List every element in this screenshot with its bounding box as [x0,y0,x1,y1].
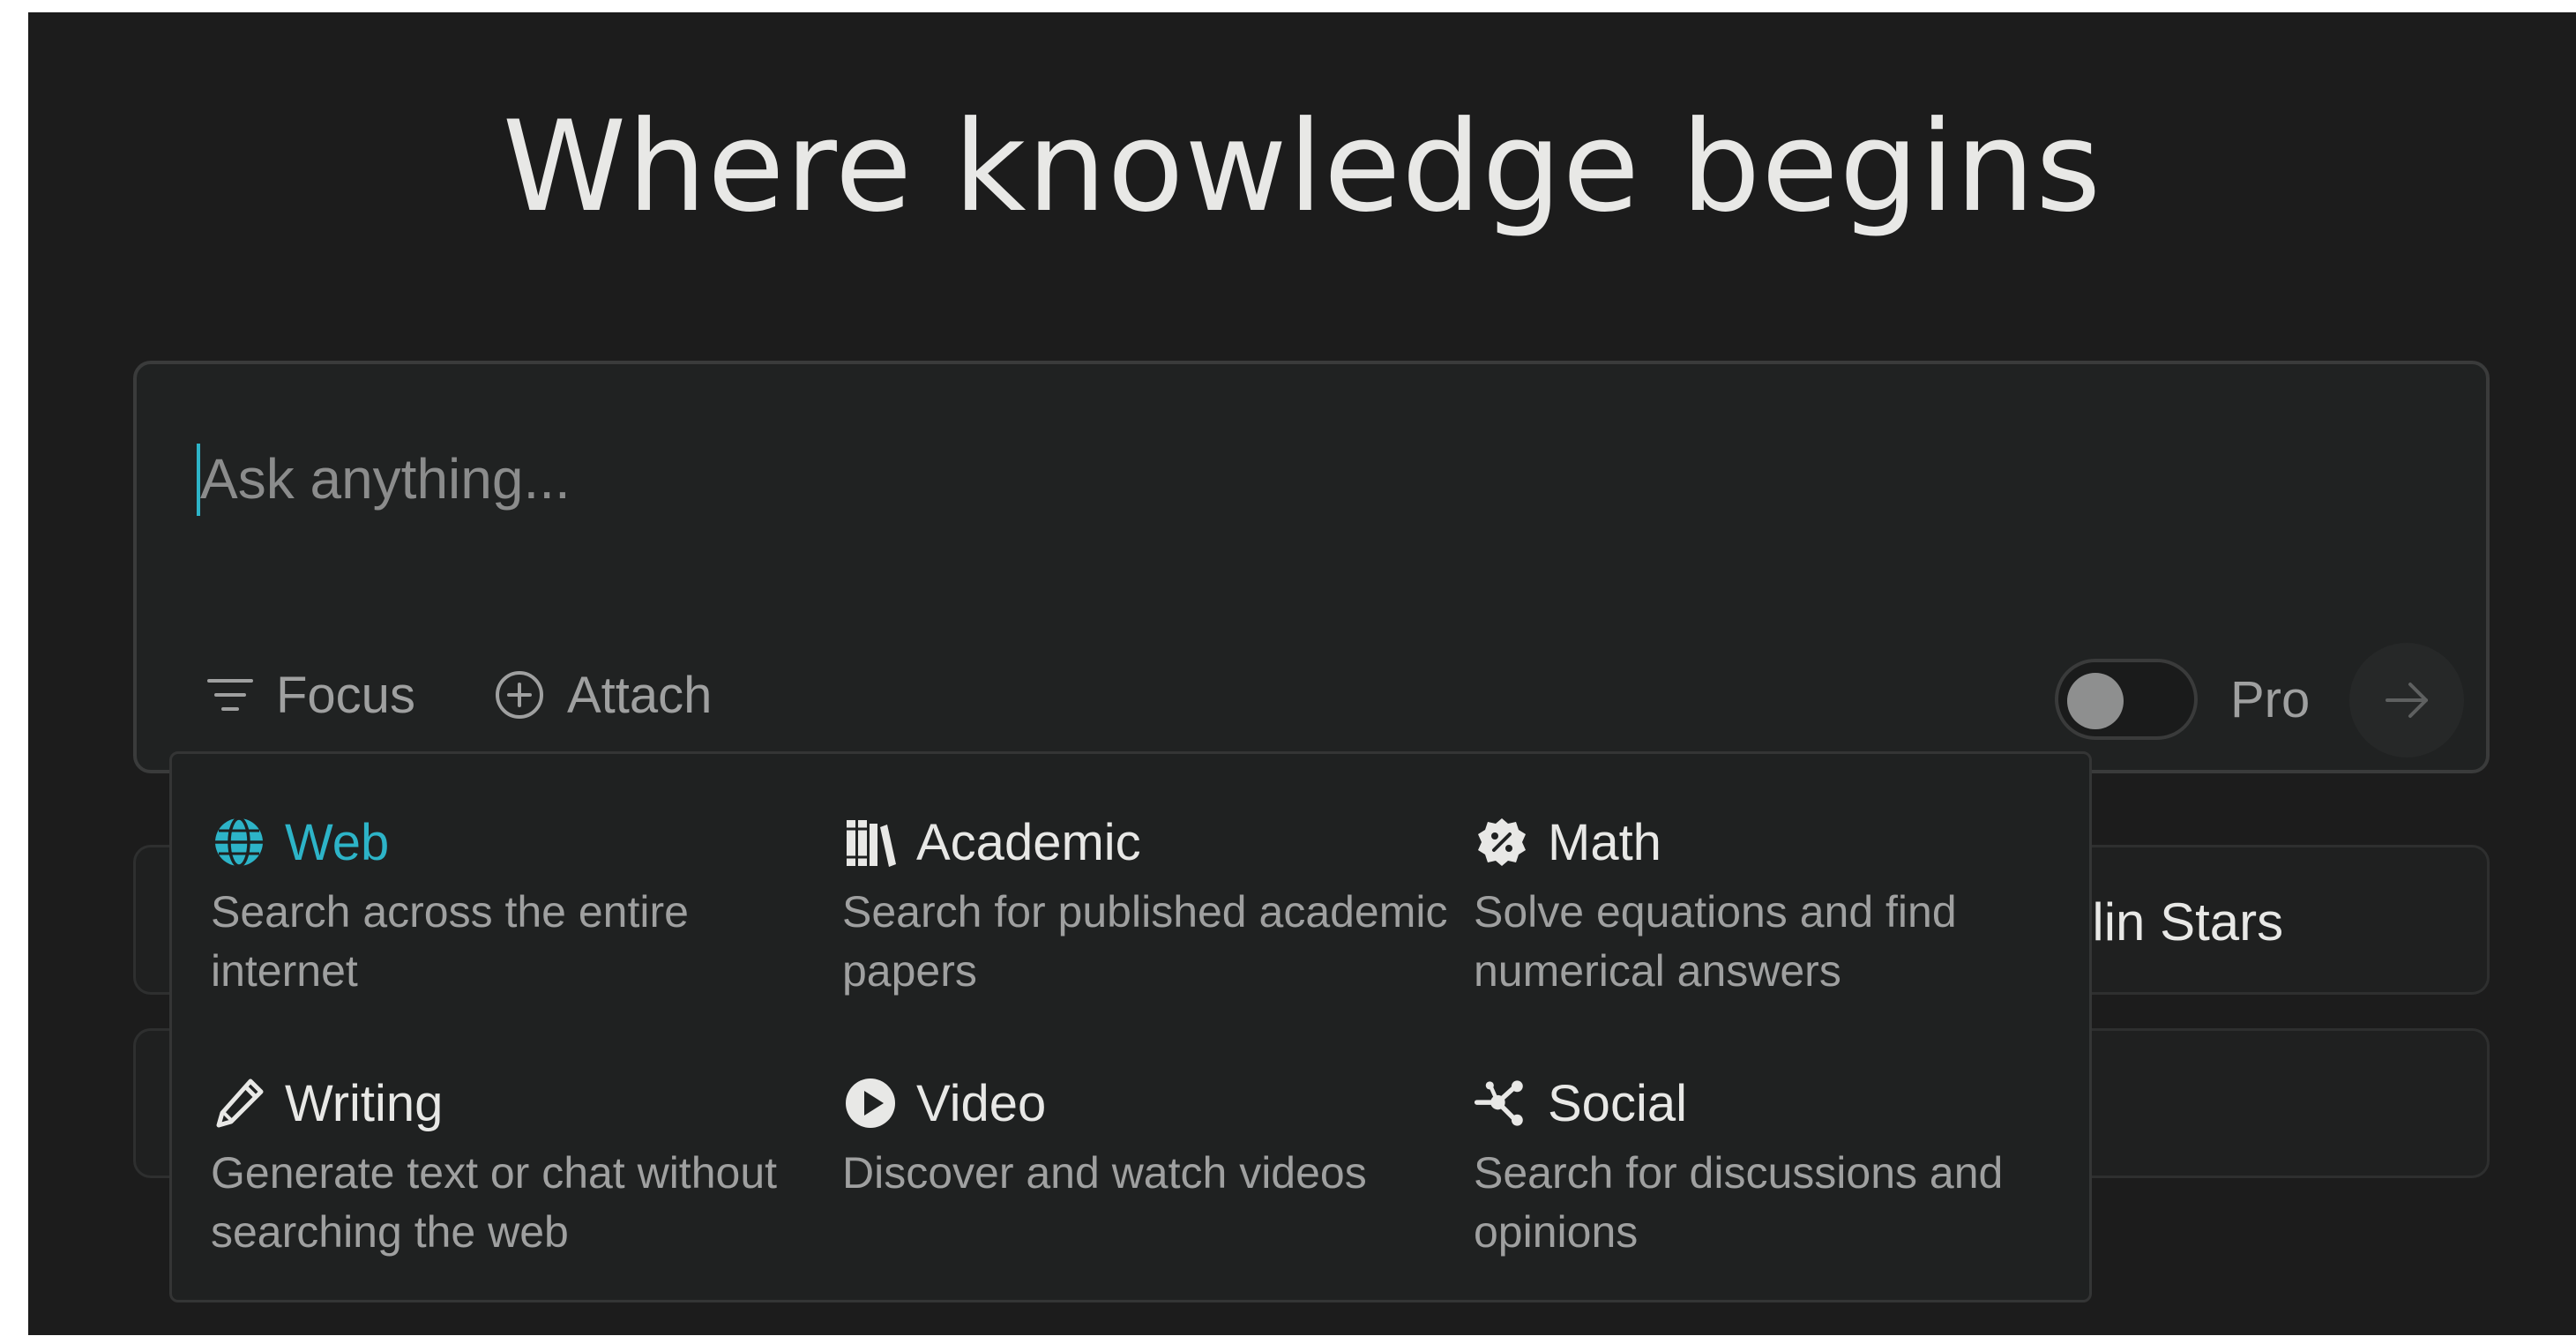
focus-option-description: Search for discussions and opinions [1474,1148,2004,1257]
focus-option-academic[interactable]: Academic Search for published academic p… [842,809,1460,1001]
suggestion-card-label: elin Stars [2063,892,2284,952]
attach-label: Attach [567,666,713,724]
focus-option-title: Academic [916,813,1141,871]
submit-button[interactable] [2349,643,2464,758]
arrow-right-icon [2378,672,2435,728]
focus-option-video[interactable]: Video Discover and watch videos [842,1070,1460,1203]
focus-label: Focus [276,666,415,724]
focus-option-description: Solve equations and find numerical answe… [1474,887,1957,996]
pro-label: Pro [2230,671,2311,728]
focus-option-description: Discover and watch videos [842,1148,1367,1198]
pro-toggle[interactable] [2055,659,2198,740]
focus-option-description: Generate text or chat without searching … [211,1148,778,1257]
pro-toggle-knob [2067,673,2124,729]
globe-icon [211,814,267,870]
books-icon [842,814,899,870]
focus-option-description: Search across the entire internet [211,887,689,996]
focus-option-title: Video [916,1074,1047,1132]
focus-option-title: Social [1548,1074,1687,1132]
pencil-icon [211,1075,267,1131]
focus-option-math[interactable]: Math Solve equations and find numerical … [1474,809,2091,1001]
focus-option-description: Search for published academic papers [842,887,1448,996]
filter-lines-icon [205,670,255,720]
focus-option-web[interactable]: Web Search across the entire internet [211,809,828,1001]
plus-circle-icon [493,668,546,721]
focus-option-title: Writing [285,1074,444,1132]
focus-option-writing[interactable]: Writing Generate text or chat without se… [211,1070,828,1262]
focus-option-social[interactable]: Social Search for discussions and opinio… [1474,1070,2091,1262]
focus-option-title: Math [1548,813,1661,871]
attach-button[interactable]: Attach [493,655,712,735]
focus-button[interactable]: Focus [205,655,415,735]
percent-badge-icon [1474,814,1530,870]
page: Where knowledge begins Focus [28,12,2576,1335]
search-input[interactable] [200,435,2317,523]
focus-menu: Web Search across the entire internet Ac… [169,751,2092,1302]
focus-option-title: Web [285,813,390,871]
play-circle-icon [842,1075,899,1131]
page-title: Where knowledge begins [502,94,2102,240]
search-box: Focus Attach Pro [133,361,2490,773]
network-icon [1474,1075,1530,1131]
